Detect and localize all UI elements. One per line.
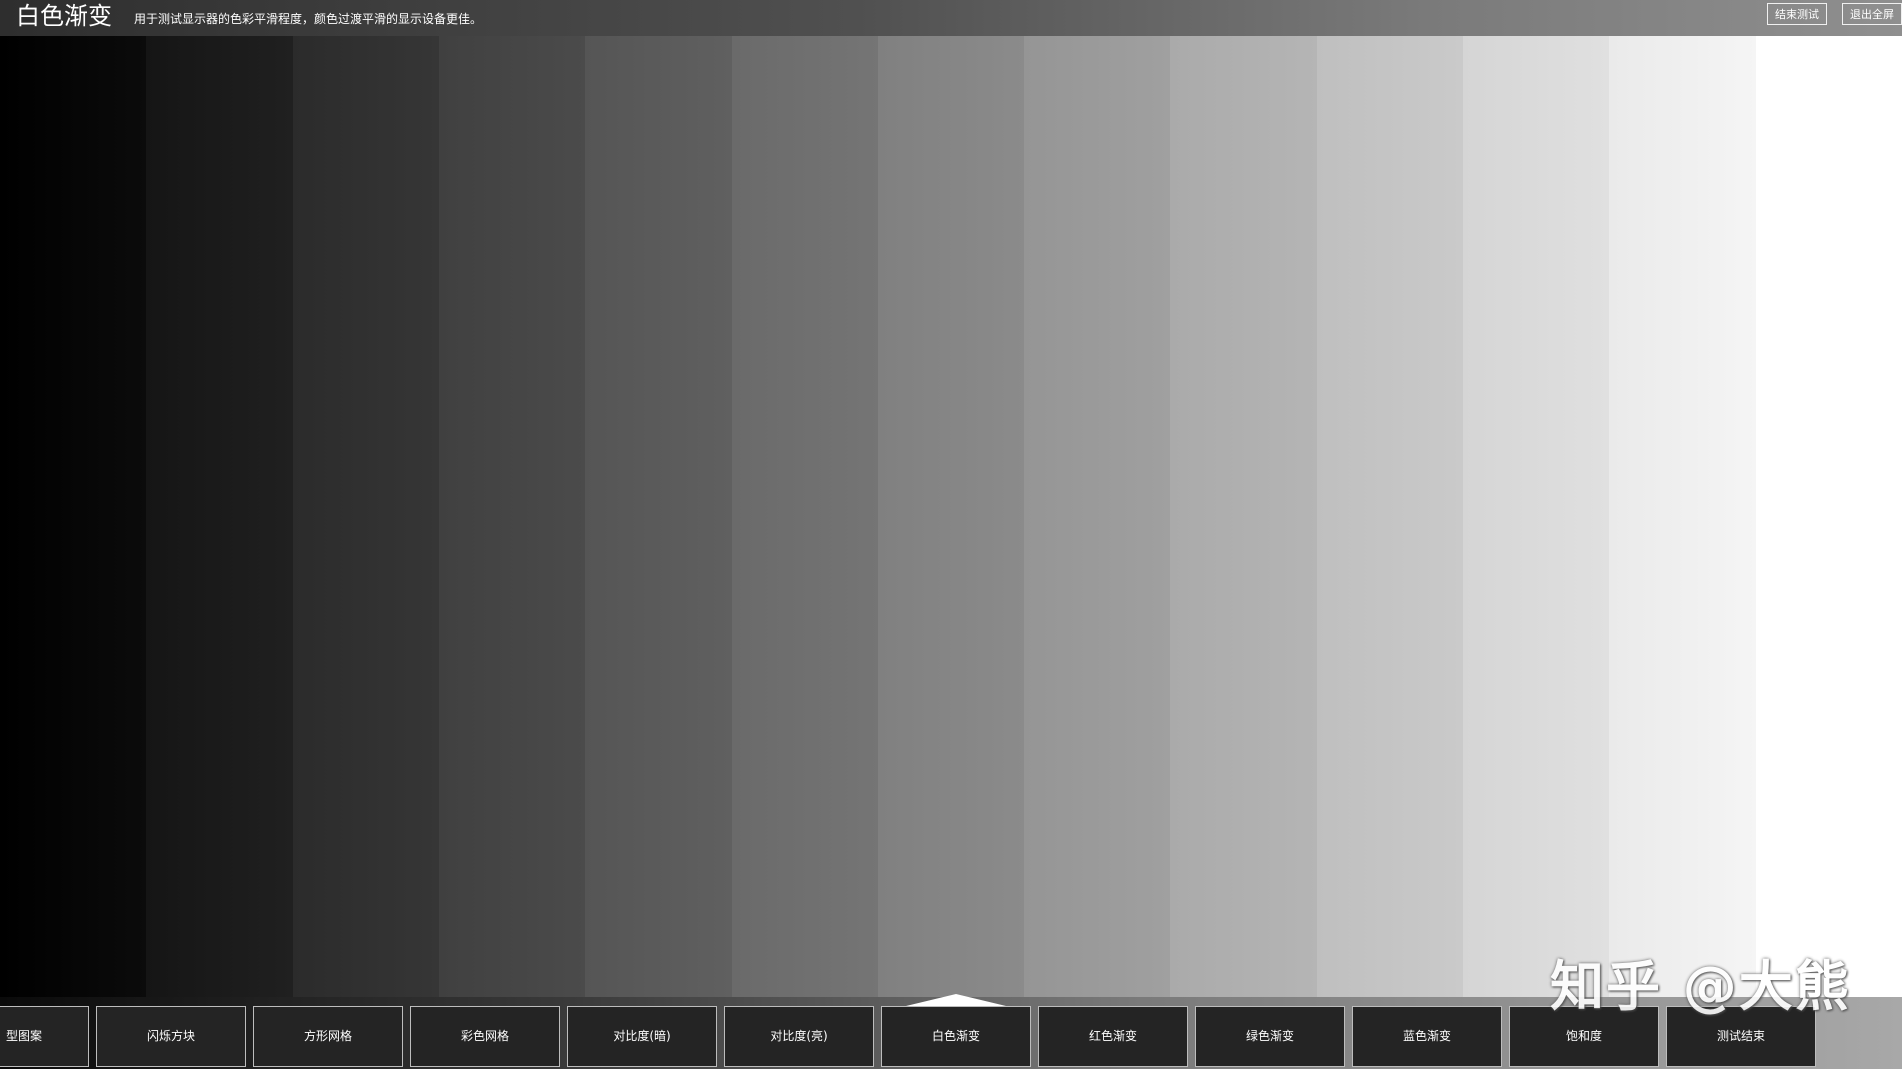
- gradient-band: [877, 36, 1026, 998]
- nav-item[interactable]: 方形网格: [253, 1006, 403, 1067]
- gradient-band: [1024, 36, 1172, 998]
- gradient-band: [1170, 36, 1318, 998]
- watermark: 知乎 @大熊: [1550, 955, 1851, 1018]
- nav-item[interactable]: 闪烁方块: [96, 1006, 246, 1067]
- gradient-band: [438, 36, 587, 998]
- exit-fullscreen-button[interactable]: 退出全屏: [1842, 3, 1902, 25]
- page-title: 白色渐变: [16, 2, 112, 30]
- top-header-bar: 白色渐变 用于测试显示器的色彩平滑程度，颜色过渡平滑的显示设备更佳。 结束测试 …: [0, 0, 1902, 36]
- gradient-band: [1463, 36, 1611, 998]
- nav-item[interactable]: 对比度(亮): [724, 1006, 874, 1067]
- active-tab-indicator: [906, 994, 1006, 1006]
- nav-item[interactable]: 绿色渐变: [1195, 1006, 1345, 1067]
- white-gradient-canvas: [0, 36, 1902, 998]
- gradient-band: [731, 36, 879, 998]
- nav-item[interactable]: 红色渐变: [1038, 1006, 1188, 1067]
- gradient-band: [585, 36, 733, 998]
- nav-item[interactable]: 蓝色渐变: [1352, 1006, 1502, 1067]
- gradient-band: [146, 36, 294, 998]
- nav-item[interactable]: 彩色网格: [410, 1006, 560, 1067]
- nav-item[interactable]: 对比度(暗): [567, 1006, 717, 1067]
- gradient-band: [1316, 36, 1465, 998]
- gradient-band: [1609, 36, 1757, 998]
- nav-item[interactable]: 白色渐变: [881, 1006, 1031, 1067]
- page-description: 用于测试显示器的色彩平滑程度，颜色过渡平滑的显示设备更佳。: [134, 12, 483, 26]
- end-test-button[interactable]: 结束测试: [1767, 3, 1827, 25]
- nav-item[interactable]: 型图案: [0, 1006, 89, 1067]
- gradient-band: [0, 36, 148, 998]
- gradient-band: [1755, 36, 1902, 998]
- gradient-band: [292, 36, 440, 998]
